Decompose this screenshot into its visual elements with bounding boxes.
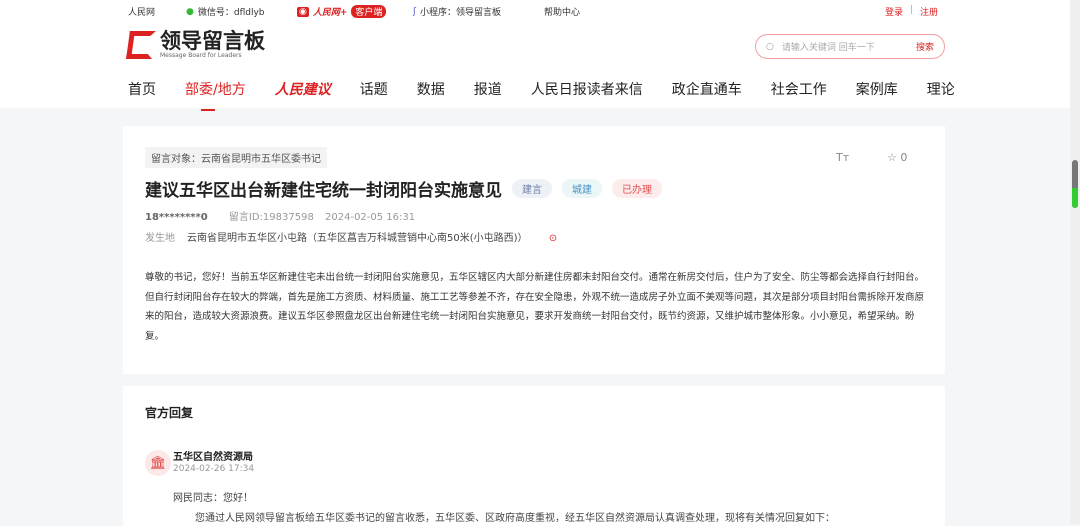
help-link[interactable]: 帮助中心 bbox=[544, 5, 580, 18]
message-body: 尊敬的书记，您好！当前五华区新建住宅未出台统一封闭阳台实施意见，五华区辖区内大部… bbox=[145, 272, 925, 342]
scrollbar[interactable] bbox=[1070, 0, 1080, 524]
nav-letters[interactable]: 人民日报读者来信 bbox=[531, 79, 643, 99]
reply-org: 五华区自然资源局 bbox=[173, 452, 253, 463]
reply-text: 您通过人民网领导留言板给五华区委书记的留言收悉，五华区委、区政府高度重视，经五华… bbox=[195, 513, 835, 524]
font-size-button[interactable]: Tт bbox=[836, 151, 849, 164]
app-link[interactable]: ◉ 人民网+ 客户端 bbox=[297, 5, 387, 18]
register-link[interactable]: 注册 bbox=[920, 5, 938, 18]
reply-greeting: 网民同志：您好！ bbox=[173, 493, 253, 504]
nav-ministries[interactable]: 部委/地方 bbox=[185, 79, 246, 111]
nav-enterprise[interactable]: 政企直通车 bbox=[672, 79, 742, 99]
nav-people-suggestions[interactable]: 人民建议 bbox=[275, 79, 331, 99]
reply-date: 2024-02-26 17:34 bbox=[173, 464, 255, 474]
link-people-daily[interactable]: 人民网 bbox=[128, 5, 155, 18]
nav-social-work[interactable]: 社会工作 bbox=[771, 79, 827, 99]
nav-home[interactable]: 首页 bbox=[128, 79, 156, 99]
location: 发生地 云南省昆明市五华区小屯路（五华区菖吉万科城营销中心南50米(小屯路西)） … bbox=[145, 233, 558, 244]
wechat-icon: ● bbox=[186, 6, 194, 17]
nav-data[interactable]: 数据 bbox=[417, 79, 445, 99]
reply-heading: 官方回复 bbox=[145, 406, 194, 420]
nav-cases[interactable]: 案例库 bbox=[856, 79, 898, 99]
scrollbar-thumb[interactable] bbox=[1072, 160, 1078, 208]
reply-card: 官方回复 🏛 五华区自然资源局 2024-02-26 17:34 网民同志：您好… bbox=[123, 386, 945, 526]
nav-reports[interactable]: 报道 bbox=[474, 79, 502, 99]
search-box[interactable]: ○ 请输入关键词 回车一下 搜索 bbox=[755, 34, 945, 59]
message-target: 留言对象：云南省昆明市五华区委书记 bbox=[145, 147, 327, 168]
wechat-link[interactable]: ● 微信号：dfldlyb bbox=[186, 5, 265, 19]
location-pin-icon[interactable]: ⊙ bbox=[549, 233, 557, 244]
message-title: 建议五华区出台新建住宅统一封闭阳台实施意见 建言 城建 已办理 bbox=[145, 176, 662, 201]
app-logo-icon: ◉ bbox=[297, 6, 309, 17]
logo[interactable]: 领导留言板 Message Board for Leaders bbox=[126, 30, 265, 59]
tag-construction: 城建 bbox=[562, 179, 602, 198]
message-meta: 18********0 留言ID:19837598 2024-02-05 16:… bbox=[145, 212, 416, 223]
status-badge: 已办理 bbox=[612, 179, 662, 198]
tag-suggestion: 建言 bbox=[512, 179, 552, 198]
mini-program-link[interactable]: ʃ 小程序：领导留言板 bbox=[413, 5, 501, 19]
message-card: 留言对象：云南省昆明市五华区委书记 Tт ☆ 0 建议五华区出台新建住宅统一封闭… bbox=[123, 126, 945, 374]
favorite-button[interactable]: ☆ 0 bbox=[887, 151, 907, 164]
nav-topics[interactable]: 话题 bbox=[360, 79, 388, 99]
mini-program-icon: ʃ bbox=[413, 6, 417, 17]
login-link[interactable]: 登录 bbox=[885, 5, 903, 18]
main-nav: 首页 部委/地方 人民建议 话题 数据 报道 人民日报读者来信 政企直通车 社会… bbox=[128, 79, 984, 111]
search-icon: ○ bbox=[766, 41, 774, 52]
search-input[interactable]: 请输入关键词 回车一下 bbox=[782, 40, 916, 53]
government-building-icon: 🏛 bbox=[145, 450, 171, 476]
header: 人民网 ● 微信号：dfldlyb ◉ 人民网+ 客户端 ʃ 小程序：领导留言板 帮助中… bbox=[0, 0, 1080, 111]
nav-theory[interactable]: 理论 bbox=[927, 79, 955, 99]
logo-icon bbox=[126, 30, 156, 59]
search-button[interactable]: 搜索 bbox=[916, 40, 934, 53]
